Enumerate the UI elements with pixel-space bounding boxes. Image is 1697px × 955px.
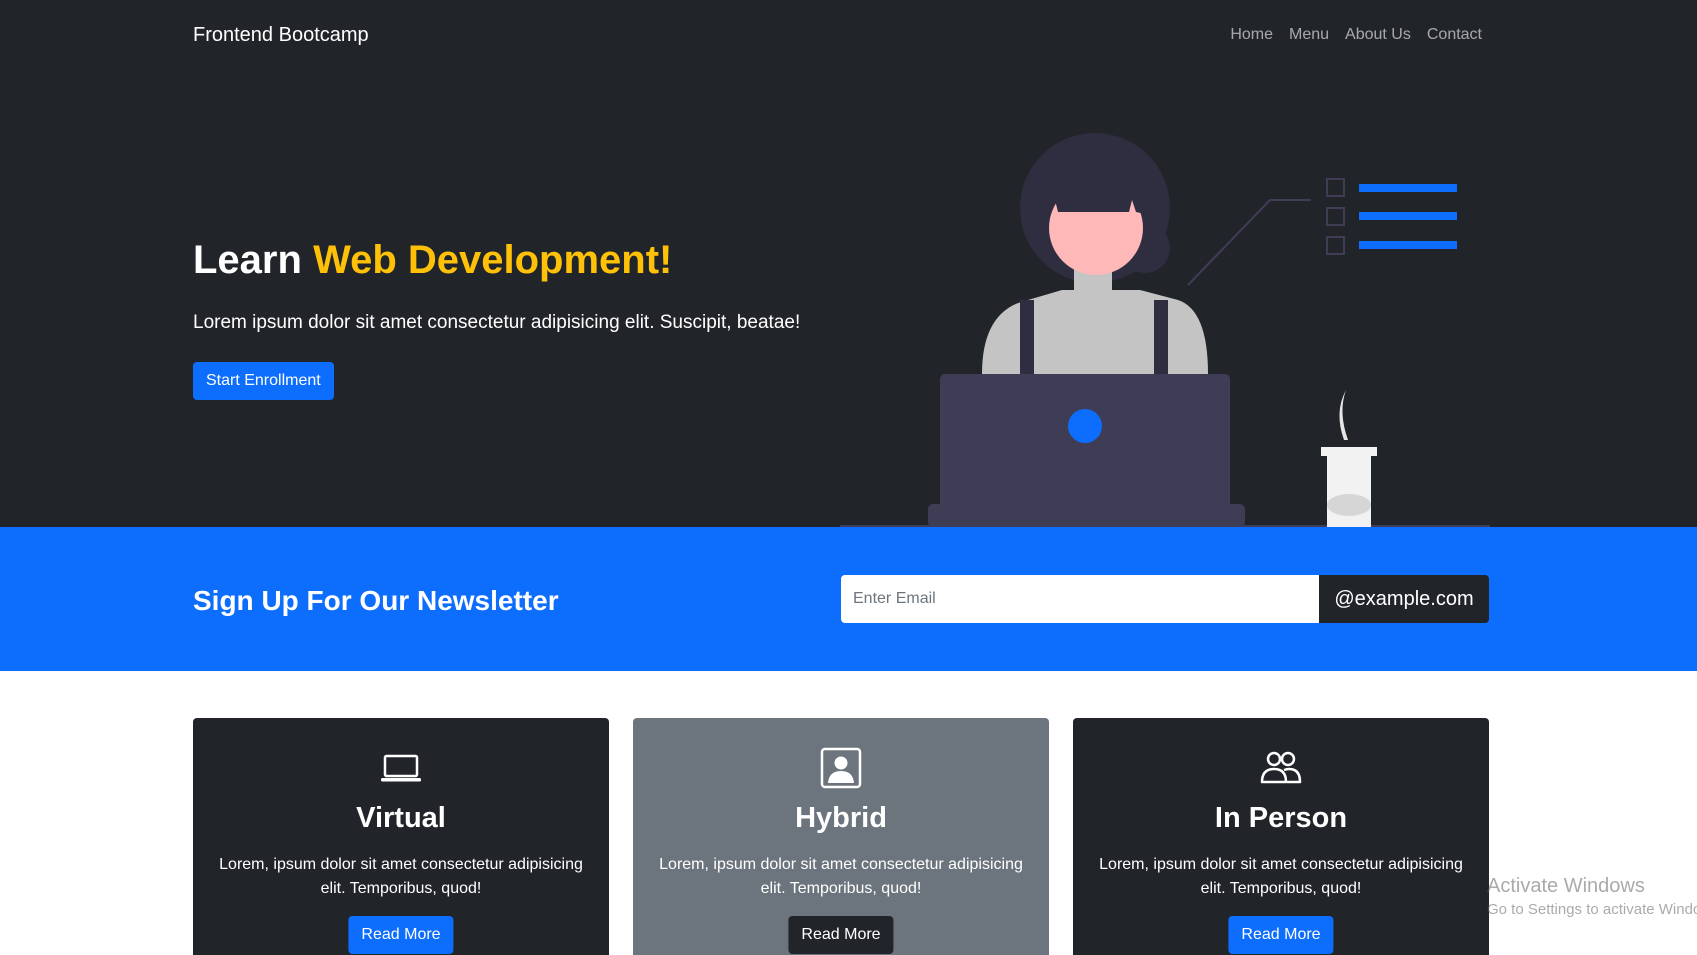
checklist-graphic [1326,178,1345,255]
nav-link-menu[interactable]: Menu [1289,26,1329,44]
card-title: Hybrid [795,802,887,834]
brand-link[interactable]: Frontend Bootcamp [193,24,369,47]
people-icon [1260,751,1302,784]
card-virtual: Virtual Lorem, ipsum dolor sit amet cons… [193,718,609,955]
card-text: Lorem, ipsum dolor sit amet consectetur … [659,856,1023,897]
read-more-button[interactable]: Read More [1228,916,1334,954]
nav-link-contact[interactable]: Contact [1427,26,1482,44]
nav-links: Home Menu About Us Contact [1230,26,1482,44]
activate-windows-watermark: Activate Windows Go to Settings to activ… [1487,875,1697,918]
navbar: Frontend Bootcamp Home Menu About Us Con… [0,0,1697,70]
nav-link-about-us[interactable]: About Us [1345,26,1411,44]
newsletter-section: Sign Up For Our Newsletter @example.com [0,527,1697,671]
laptop-icon [381,754,421,782]
card-hybrid: Hybrid Lorem, ipsum dolor sit amet conse… [633,718,1049,955]
watermark-subtitle: Go to Settings to activate Windows. [1487,901,1697,918]
read-more-button[interactable]: Read More [348,916,454,954]
hero-title-prefix: Learn [193,238,302,282]
hero-illustration [840,133,1490,527]
card-title: In Person [1214,802,1348,834]
hero-title: Learn Web Development! [193,238,672,283]
read-more-button[interactable]: Read More [788,916,894,954]
email-domain-addon: @example.com [1319,575,1489,623]
hero-lead: Lorem ipsum dolor sit amet consectetur a… [193,312,801,333]
nav-link-home[interactable]: Home [1230,26,1273,44]
start-enrollment-button[interactable]: Start Enrollment [193,362,334,400]
card-text: Lorem, ipsum dolor sit amet consectetur … [219,856,583,897]
person-badge-icon [820,747,862,789]
watermark-title: Activate Windows [1487,875,1645,897]
hero-title-accent: Web Development! [313,238,673,282]
card-text: Lorem, ipsum dolor sit amet consectetur … [1099,856,1463,897]
newsletter-title: Sign Up For Our Newsletter [193,585,559,616]
card-in-person: In Person Lorem, ipsum dolor sit amet co… [1073,718,1489,955]
boxes-section: Virtual Lorem, ipsum dolor sit amet cons… [193,718,1489,955]
email-input[interactable] [841,575,1319,623]
card-title: Virtual [356,802,446,834]
hero-section: Learn Web Development! Lorem ipsum dolor… [0,70,1697,527]
